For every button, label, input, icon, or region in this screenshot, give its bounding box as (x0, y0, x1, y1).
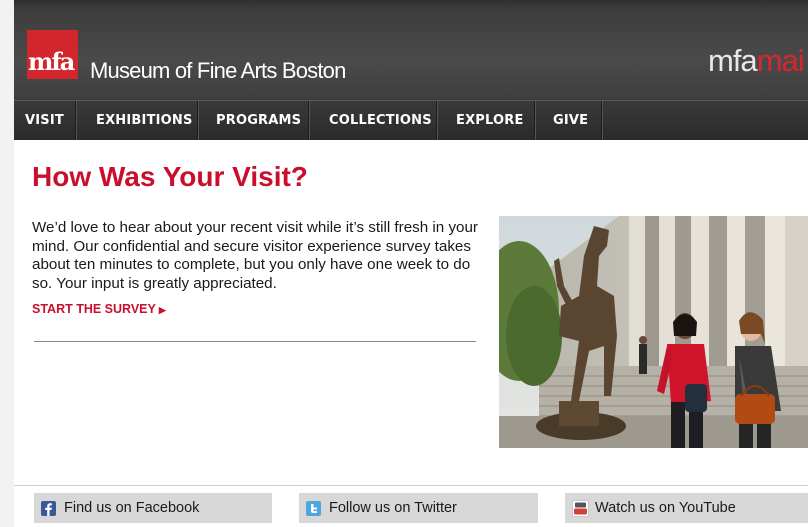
email-page: mfa Museum of Fine Arts Boston mfamai VI… (14, 0, 808, 527)
mfamail-brand-right: mai (756, 43, 805, 78)
nav-item-exhibitions[interactable]: EXHIBITIONS (96, 101, 193, 140)
youtube-label: Watch us on YouTube (595, 500, 736, 516)
nav-item-collections[interactable]: COLLECTIONS (329, 101, 432, 140)
nav-divider (436, 101, 438, 140)
twitter-label: Follow us on Twitter (329, 500, 457, 516)
arrow-right-icon: ▶ (158, 305, 166, 315)
main-nav: VISIT EXHIBITIONS PROGRAMS COLLECTIONS E… (14, 100, 808, 140)
mfamail-brand: mfamai (708, 43, 805, 78)
nav-divider (601, 101, 603, 140)
facebook-label: Find us on Facebook (64, 500, 200, 516)
museum-name[interactable]: Museum of Fine Arts Boston (90, 58, 346, 84)
museum-name-main: Museum of Fine Arts (90, 58, 277, 83)
mfamail-brand-left: mfa (708, 43, 758, 78)
twitter-icon (306, 501, 321, 516)
twitter-link[interactable]: Follow us on Twitter (299, 493, 538, 523)
nav-divider (75, 101, 77, 140)
intro-paragraph: We’d love to hear about your recent visi… (32, 219, 478, 292)
divider (34, 341, 476, 342)
facebook-link[interactable]: Find us on Facebook (34, 493, 272, 523)
start-survey-link[interactable]: START THE SURVEY ▶ (32, 301, 166, 318)
facebook-icon (41, 501, 56, 516)
museum-name-city: Boston (281, 58, 346, 83)
nav-item-explore[interactable]: EXPLORE (456, 101, 524, 140)
nav-divider (534, 101, 536, 140)
nav-item-programs[interactable]: PROGRAMS (216, 101, 301, 140)
nav-item-give[interactable]: GIVE (553, 101, 588, 140)
nav-divider (197, 101, 199, 140)
mfa-logo-text: mfa (28, 47, 75, 76)
header: mfa Museum of Fine Arts Boston mfamai (14, 0, 808, 100)
youtube-link[interactable]: Watch us on YouTube (565, 493, 808, 523)
nav-item-visit[interactable]: VISIT (25, 101, 64, 140)
youtube-icon (572, 500, 589, 517)
mfa-logo[interactable]: mfa (27, 30, 78, 79)
start-survey-label: START THE SURVEY (32, 302, 156, 316)
museum-photo (499, 216, 808, 448)
footer-divider (14, 485, 808, 486)
page-title: How Was Your Visit? (32, 161, 308, 192)
nav-divider (308, 101, 310, 140)
